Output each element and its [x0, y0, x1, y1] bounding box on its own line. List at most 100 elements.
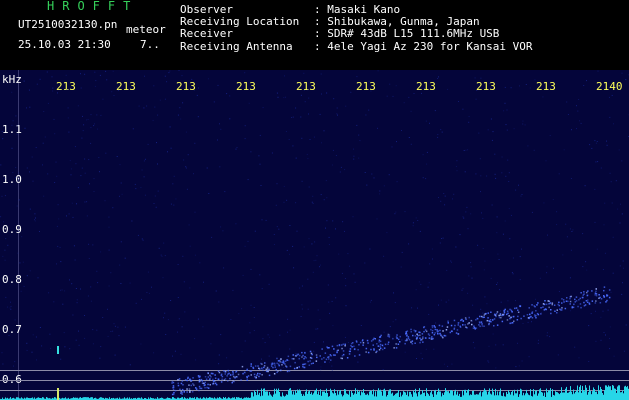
noise-speck [4, 328, 6, 330]
noise-speck [371, 173, 373, 175]
noise-speck [498, 259, 500, 260]
echo-point [586, 294, 589, 296]
noise-floor-bar [567, 392, 568, 400]
echo-point [595, 294, 598, 297]
echo-point [332, 354, 335, 356]
noise-speck [4, 259, 6, 261]
noise-speck [428, 282, 430, 284]
noise-speck [141, 298, 142, 300]
noise-speck [300, 94, 302, 96]
echo-point [551, 303, 553, 306]
echo-point [387, 343, 389, 345]
echo-point [459, 326, 462, 328]
noise-floor-bar [332, 392, 333, 400]
noise-speck [247, 240, 249, 242]
noise-speck [72, 216, 74, 218]
noise-floor-bar [521, 389, 522, 400]
noise-speck [277, 96, 279, 98]
noise-speck [74, 259, 76, 261]
noise-speck [15, 115, 17, 117]
noise-speck [92, 343, 94, 345]
echo-point [545, 303, 548, 306]
noise-speck [107, 308, 108, 310]
noise-speck [259, 134, 261, 136]
noise-speck [600, 167, 602, 169]
noise-floor-bar [357, 389, 358, 400]
echo-point [476, 317, 479, 320]
echo-point [434, 328, 437, 331]
noise-speck [319, 266, 320, 268]
noise-speck [308, 113, 309, 115]
noise-speck [287, 331, 288, 333]
noise-floor-bar [535, 390, 536, 400]
noise-speck [451, 261, 452, 263]
noise-speck [463, 217, 465, 219]
echo-point [574, 301, 576, 303]
echo-point [303, 366, 305, 369]
echo-point [186, 379, 188, 382]
noise-speck [177, 114, 179, 116]
echo-point [504, 308, 506, 311]
noise-speck [604, 252, 606, 254]
echo-point [247, 375, 250, 377]
noise-speck [86, 201, 88, 203]
noise-speck [5, 296, 7, 298]
echo-point [473, 325, 475, 327]
noise-floor-bar [528, 394, 529, 400]
noise-speck [478, 132, 480, 134]
noise-speck [572, 229, 574, 231]
noise-floor-bar [558, 393, 559, 400]
noise-floor-bar [555, 391, 556, 400]
echo-point [173, 391, 175, 394]
echo-point [342, 350, 345, 352]
echo-point [204, 387, 206, 389]
noise-speck [404, 211, 406, 213]
noise-speck [358, 134, 360, 136]
echo-point [221, 375, 224, 378]
echo-point [304, 351, 306, 354]
echo-point [277, 370, 279, 372]
noise-speck [410, 110, 412, 112]
noise-speck [283, 201, 285, 203]
noise-speck [232, 289, 234, 291]
echo-point [444, 334, 446, 337]
noise-floor-bar [544, 392, 545, 400]
noise-speck [82, 130, 84, 132]
noise-speck [466, 206, 468, 208]
noise-speck [311, 201, 313, 203]
noise-speck [596, 141, 598, 142]
noise-speck [289, 329, 291, 331]
noise-speck [189, 245, 191, 247]
echo-point [561, 298, 563, 300]
noise-speck [609, 338, 610, 339]
noise-speck [547, 234, 548, 236]
noise-speck [335, 228, 336, 230]
noise-speck [107, 335, 109, 337]
echo-point [174, 389, 177, 392]
noise-floor-bar [311, 392, 312, 400]
echo-point [212, 378, 214, 381]
noise-speck [170, 300, 172, 301]
noise-floor-bar [511, 392, 512, 400]
noise-speck [331, 365, 333, 367]
noise-speck [213, 101, 215, 103]
echo-point [254, 365, 257, 367]
echo-point [570, 295, 572, 298]
echo-point [499, 314, 502, 316]
noise-speck [253, 330, 255, 331]
noise-speck [235, 148, 237, 150]
noise-speck [60, 358, 62, 360]
noise-speck [521, 248, 522, 250]
noise-speck [396, 141, 397, 143]
echo-point [367, 351, 370, 354]
echo-point [181, 380, 184, 382]
noise-speck [508, 181, 510, 182]
noise-speck [250, 304, 252, 306]
noise-floor-bar [526, 389, 527, 400]
echo-point [434, 332, 436, 334]
noise-speck [203, 281, 204, 283]
noise-speck [320, 194, 322, 196]
noise-floor-bar [548, 390, 549, 400]
echo-point [489, 319, 492, 321]
noise-speck [432, 258, 433, 260]
